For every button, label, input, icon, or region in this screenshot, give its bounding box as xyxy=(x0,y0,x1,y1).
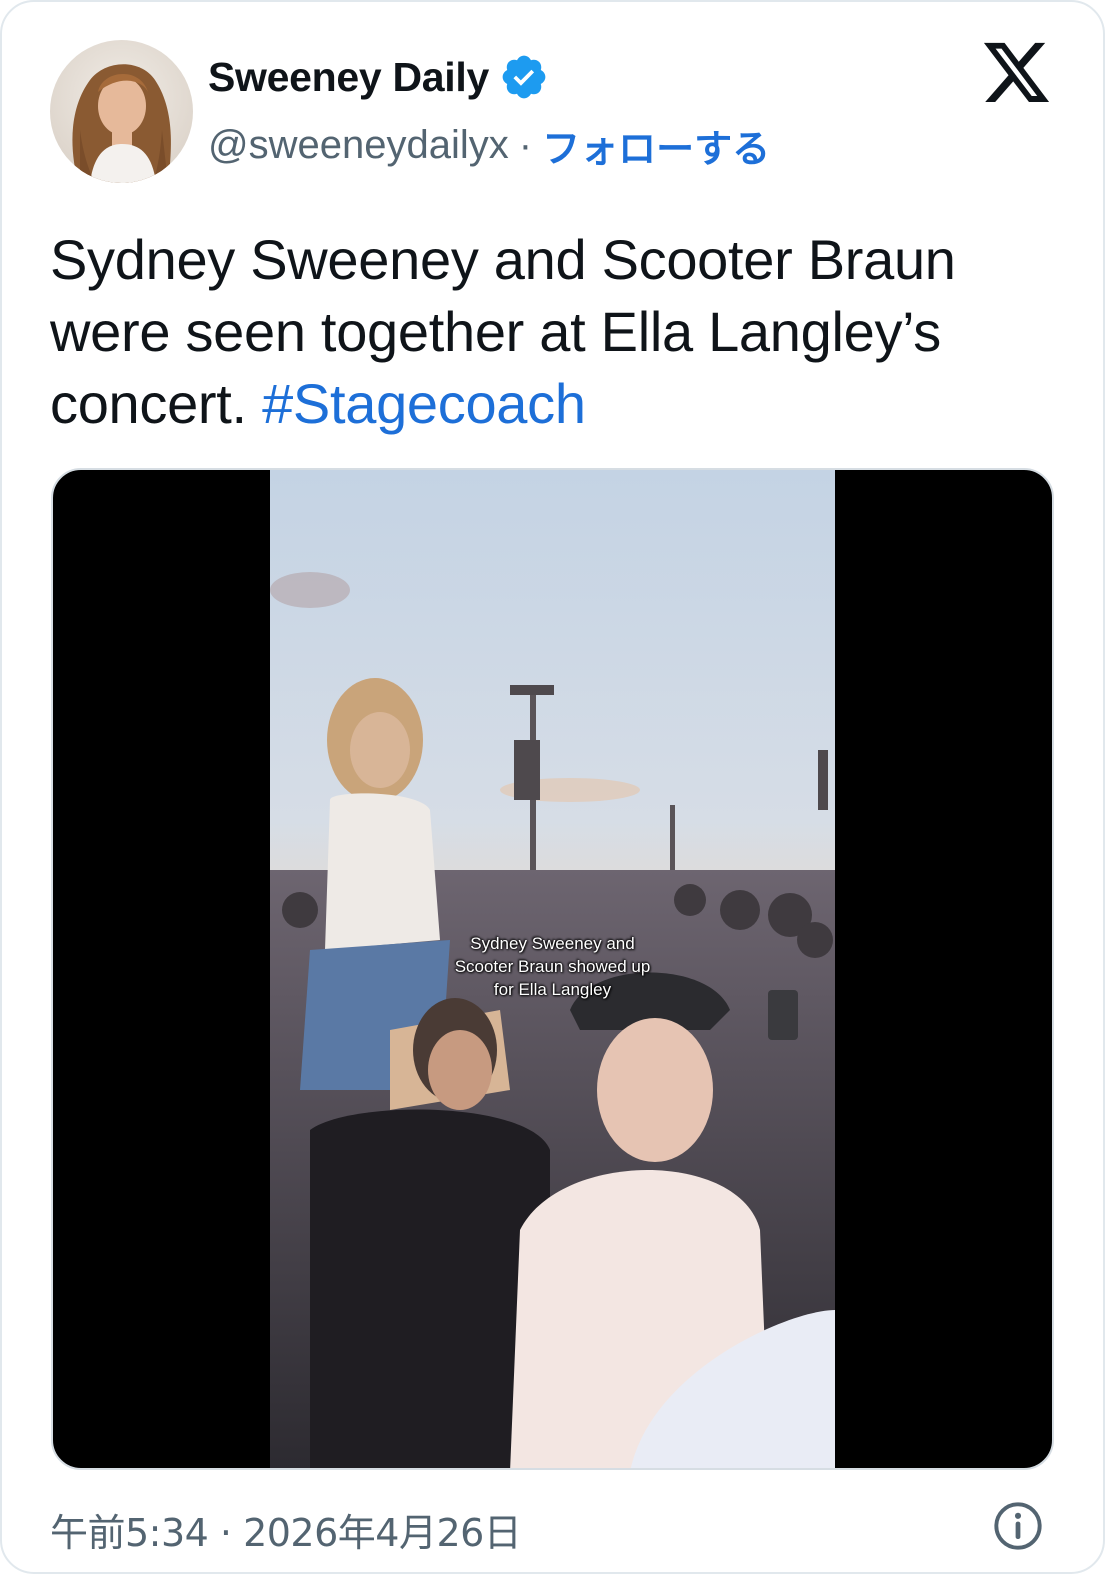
handle-row: @sweeneydailyx · フォローする xyxy=(208,118,770,173)
video-frame[interactable]: Sydney Sweeney and Scooter Braun showed … xyxy=(270,470,835,1468)
verified-badge-icon xyxy=(502,55,546,99)
display-name[interactable]: Sweeney Daily xyxy=(208,54,489,101)
handle[interactable]: @sweeneydailyx xyxy=(208,123,509,168)
caption-line: Sydney Sweeney and xyxy=(470,934,635,953)
timestamp[interactable]: 午前5:34 · 2026年4月26日 xyxy=(50,1502,522,1557)
tweet-card: Sweeney Daily @sweeneydailyx · フォローする Sy… xyxy=(0,0,1105,1574)
caption-line: for Ella Langley xyxy=(493,980,612,999)
name-row: Sweeney Daily xyxy=(208,52,549,102)
avatar[interactable] xyxy=(50,40,193,183)
video-caption-overlay: Sydney Sweeney and Scooter Braun showed … xyxy=(270,932,835,1001)
separator-dot: · xyxy=(518,123,533,167)
tweet-text: Sydney Sweeney and Scooter Braun were se… xyxy=(50,224,1060,440)
video-media[interactable]: Sydney Sweeney and Scooter Braun showed … xyxy=(51,468,1054,1470)
x-logo-icon[interactable] xyxy=(982,42,1052,108)
follow-button[interactable]: フォローする xyxy=(542,118,770,173)
info-icon[interactable] xyxy=(992,1500,1044,1552)
caption-line: Scooter Braun showed up xyxy=(454,957,651,976)
hashtag-link[interactable]: #Stagecoach xyxy=(262,372,586,435)
